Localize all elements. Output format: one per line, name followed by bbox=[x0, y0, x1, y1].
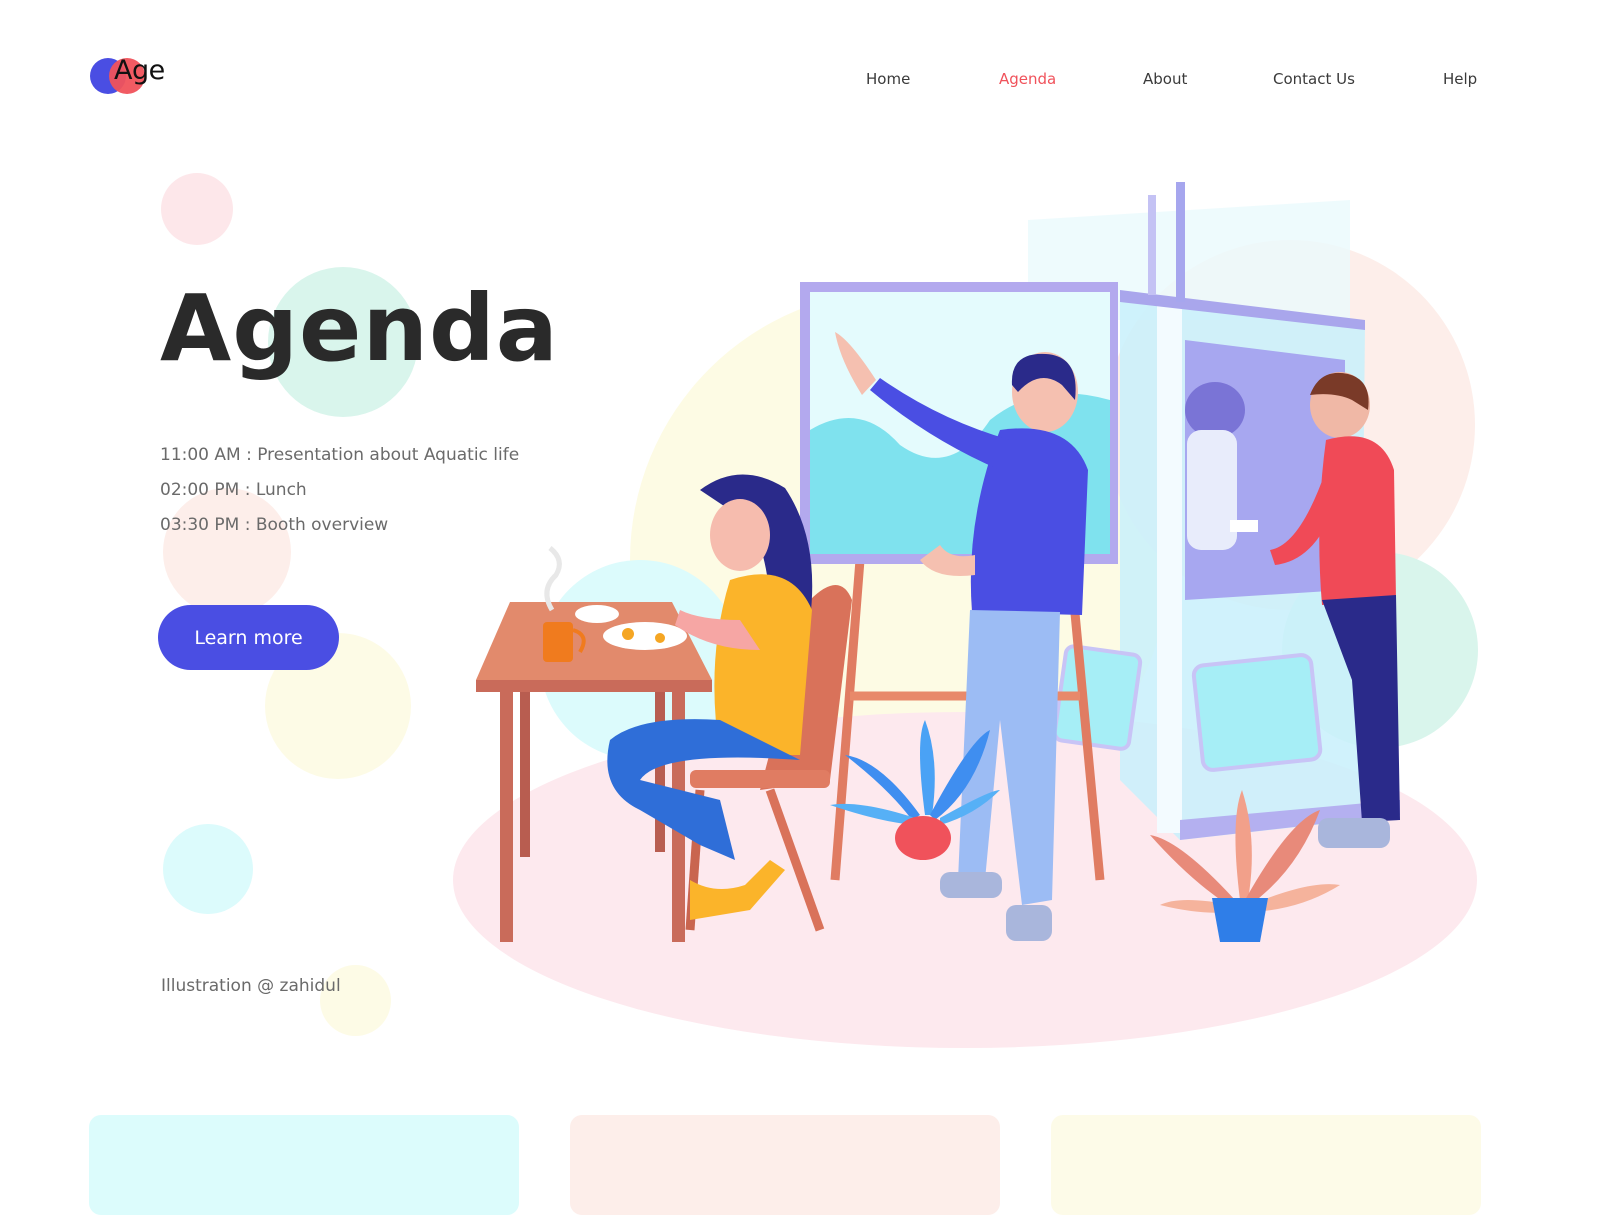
nav-home[interactable]: Home bbox=[866, 70, 910, 88]
nav-agenda[interactable]: Agenda bbox=[999, 70, 1056, 88]
learn-more-button[interactable]: Learn more bbox=[158, 605, 339, 670]
decor-circle-peach bbox=[163, 488, 291, 616]
decor-circle-pink bbox=[161, 173, 233, 245]
illustration-credit: Illustration @ zahidul bbox=[161, 976, 341, 996]
nav-contact-us[interactable]: Contact Us bbox=[1273, 70, 1355, 88]
nav-help[interactable]: Help bbox=[1443, 70, 1477, 88]
logo-text: Age bbox=[114, 55, 165, 86]
info-card[interactable] bbox=[1051, 1115, 1481, 1215]
agenda-item: 02:00 PM : Lunch bbox=[160, 480, 307, 500]
info-card[interactable] bbox=[89, 1115, 519, 1215]
info-card[interactable] bbox=[570, 1115, 1000, 1215]
decor-circle-cyan bbox=[163, 824, 253, 914]
logo[interactable]: Age bbox=[90, 55, 190, 97]
hero-illustration bbox=[453, 182, 1478, 1048]
nav-about[interactable]: About bbox=[1143, 70, 1187, 88]
agenda-item: 03:30 PM : Booth overview bbox=[160, 515, 389, 535]
